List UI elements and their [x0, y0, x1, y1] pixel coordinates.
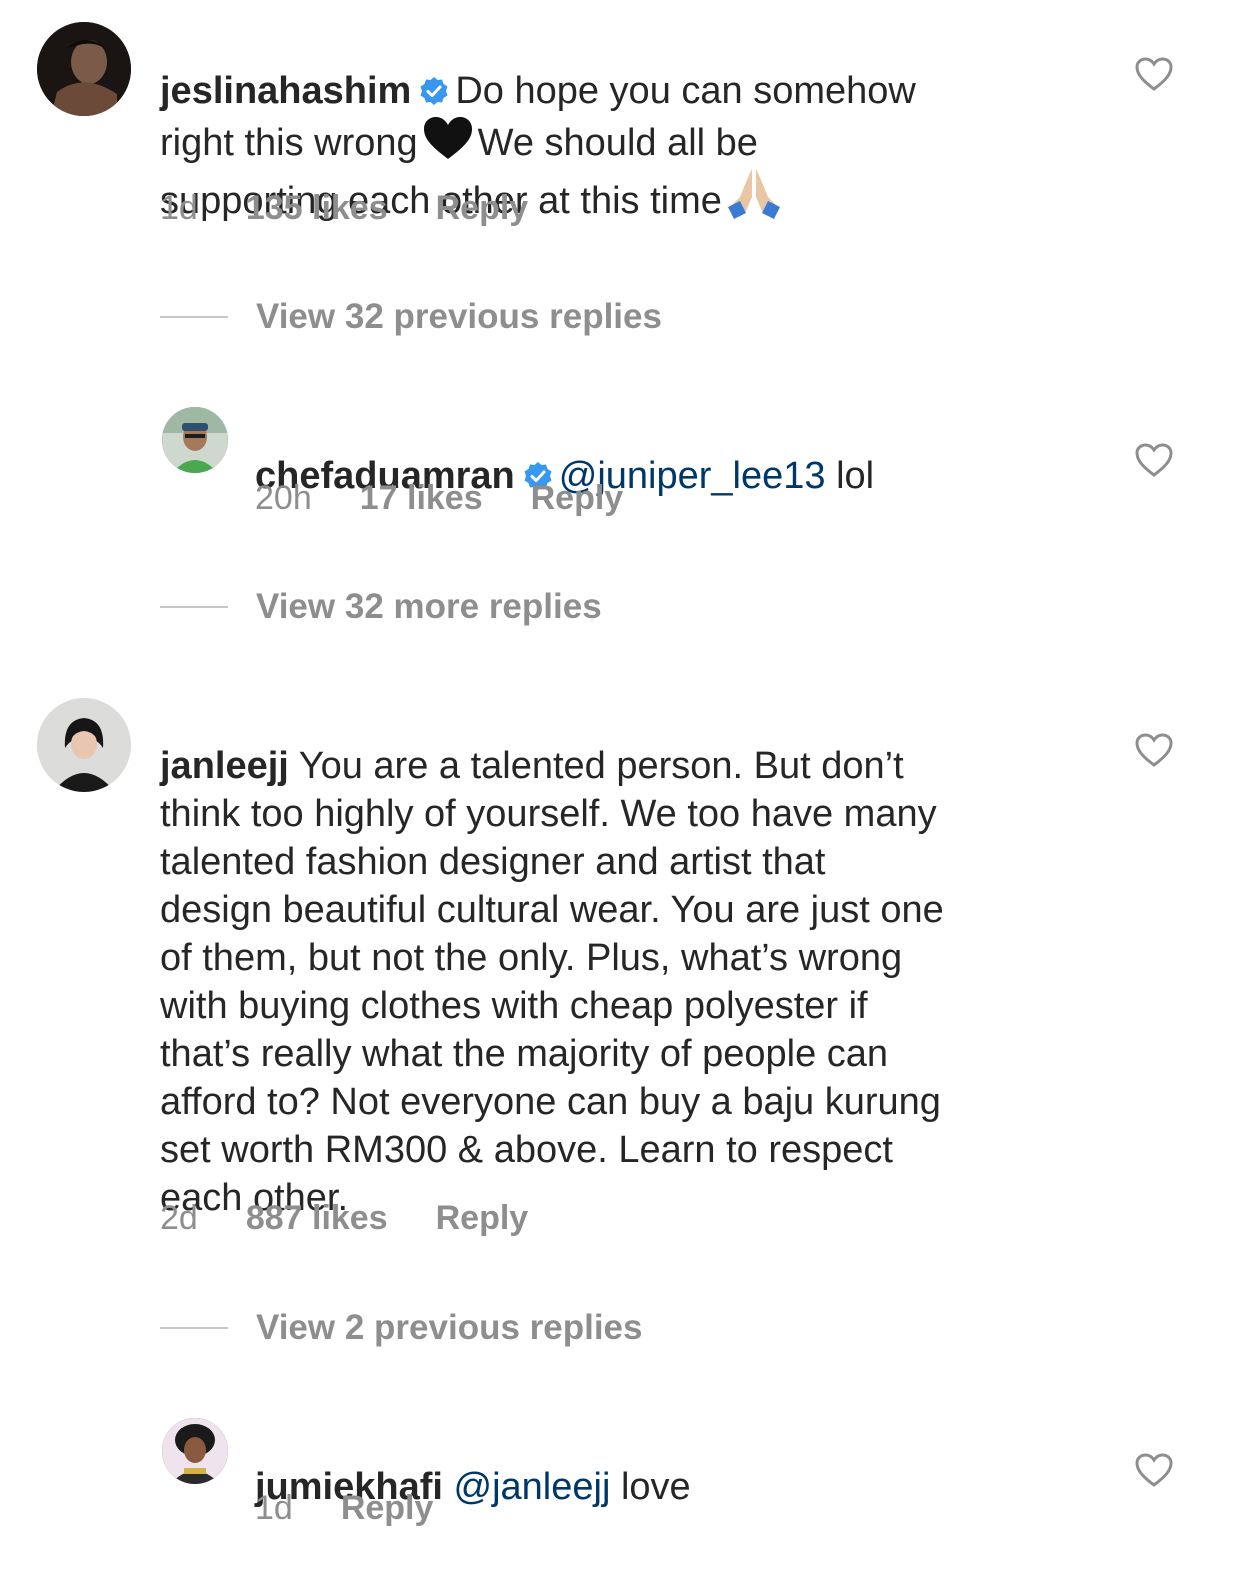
reply-button[interactable]: Reply [436, 188, 529, 228]
thread-toggle-label: View 2 previous replies [256, 1308, 643, 1347]
comment-meta: 1d 135 likes Reply [160, 188, 576, 228]
comment-time: 2d [160, 1199, 198, 1237]
comment-meta: 2d 887 likes Reply [160, 1198, 576, 1238]
comment-body: janleejj You are a talented person. But … [160, 694, 1100, 1222]
reply-button[interactable]: Reply [436, 1198, 529, 1238]
reply-jumiekhafi: jumiekhafi @janleejj love 1d Reply [0, 1390, 1242, 1560]
comment-time: 1d [160, 189, 198, 227]
folded-hands-icon [727, 169, 780, 219]
reply-button[interactable]: Reply [531, 478, 624, 518]
likes-count[interactable]: 887 likes [246, 1198, 388, 1238]
comment-text: You are a talented person. But don’t thi… [160, 745, 944, 1219]
username[interactable]: janleejj [160, 745, 289, 787]
avatar[interactable] [37, 22, 131, 116]
like-heart-icon[interactable] [1134, 1452, 1174, 1488]
thread-toggle-label: View 32 more replies [256, 587, 602, 626]
view-previous-replies-button[interactable]: View 32 previous replies [160, 297, 662, 337]
avatar[interactable] [37, 698, 131, 792]
like-heart-icon[interactable] [1134, 442, 1174, 478]
thread-line [160, 606, 228, 608]
likes-count[interactable]: 17 likes [360, 478, 483, 518]
reply-time: 1d [255, 1489, 293, 1527]
thread-line [160, 316, 228, 318]
reply-text: lol [836, 455, 875, 497]
reply-time: 20h [255, 479, 312, 517]
avatar[interactable] [162, 407, 228, 473]
thread-line [160, 1327, 228, 1329]
reply-meta: 1d Reply [255, 1488, 481, 1528]
reply-button[interactable]: Reply [341, 1488, 434, 1528]
verified-badge-icon [420, 77, 448, 105]
comment-janleejj: janleejj You are a talented person. But … [0, 680, 1242, 1260]
comment-jeslinahashim: jeslinahashim Do hope you can somehow rig… [0, 0, 1242, 260]
thread-toggle-label: View 32 previous replies [256, 297, 662, 336]
username[interactable]: jeslinahashim [160, 70, 411, 112]
reply-text: love [620, 1466, 691, 1508]
like-heart-icon[interactable] [1134, 732, 1174, 768]
reply-meta: 20h 17 likes Reply [255, 478, 671, 518]
reply-chefaduamran: chefaduamran @juniper_lee13 lol 20h 17 lik… [0, 380, 1242, 540]
black-heart-icon [423, 117, 472, 159]
avatar[interactable] [162, 1418, 228, 1484]
likes-count[interactable]: 135 likes [246, 188, 388, 228]
view-previous-replies-button[interactable]: View 2 previous replies [160, 1308, 643, 1348]
like-heart-icon[interactable] [1134, 56, 1174, 92]
view-more-replies-button[interactable]: View 32 more replies [160, 587, 602, 627]
